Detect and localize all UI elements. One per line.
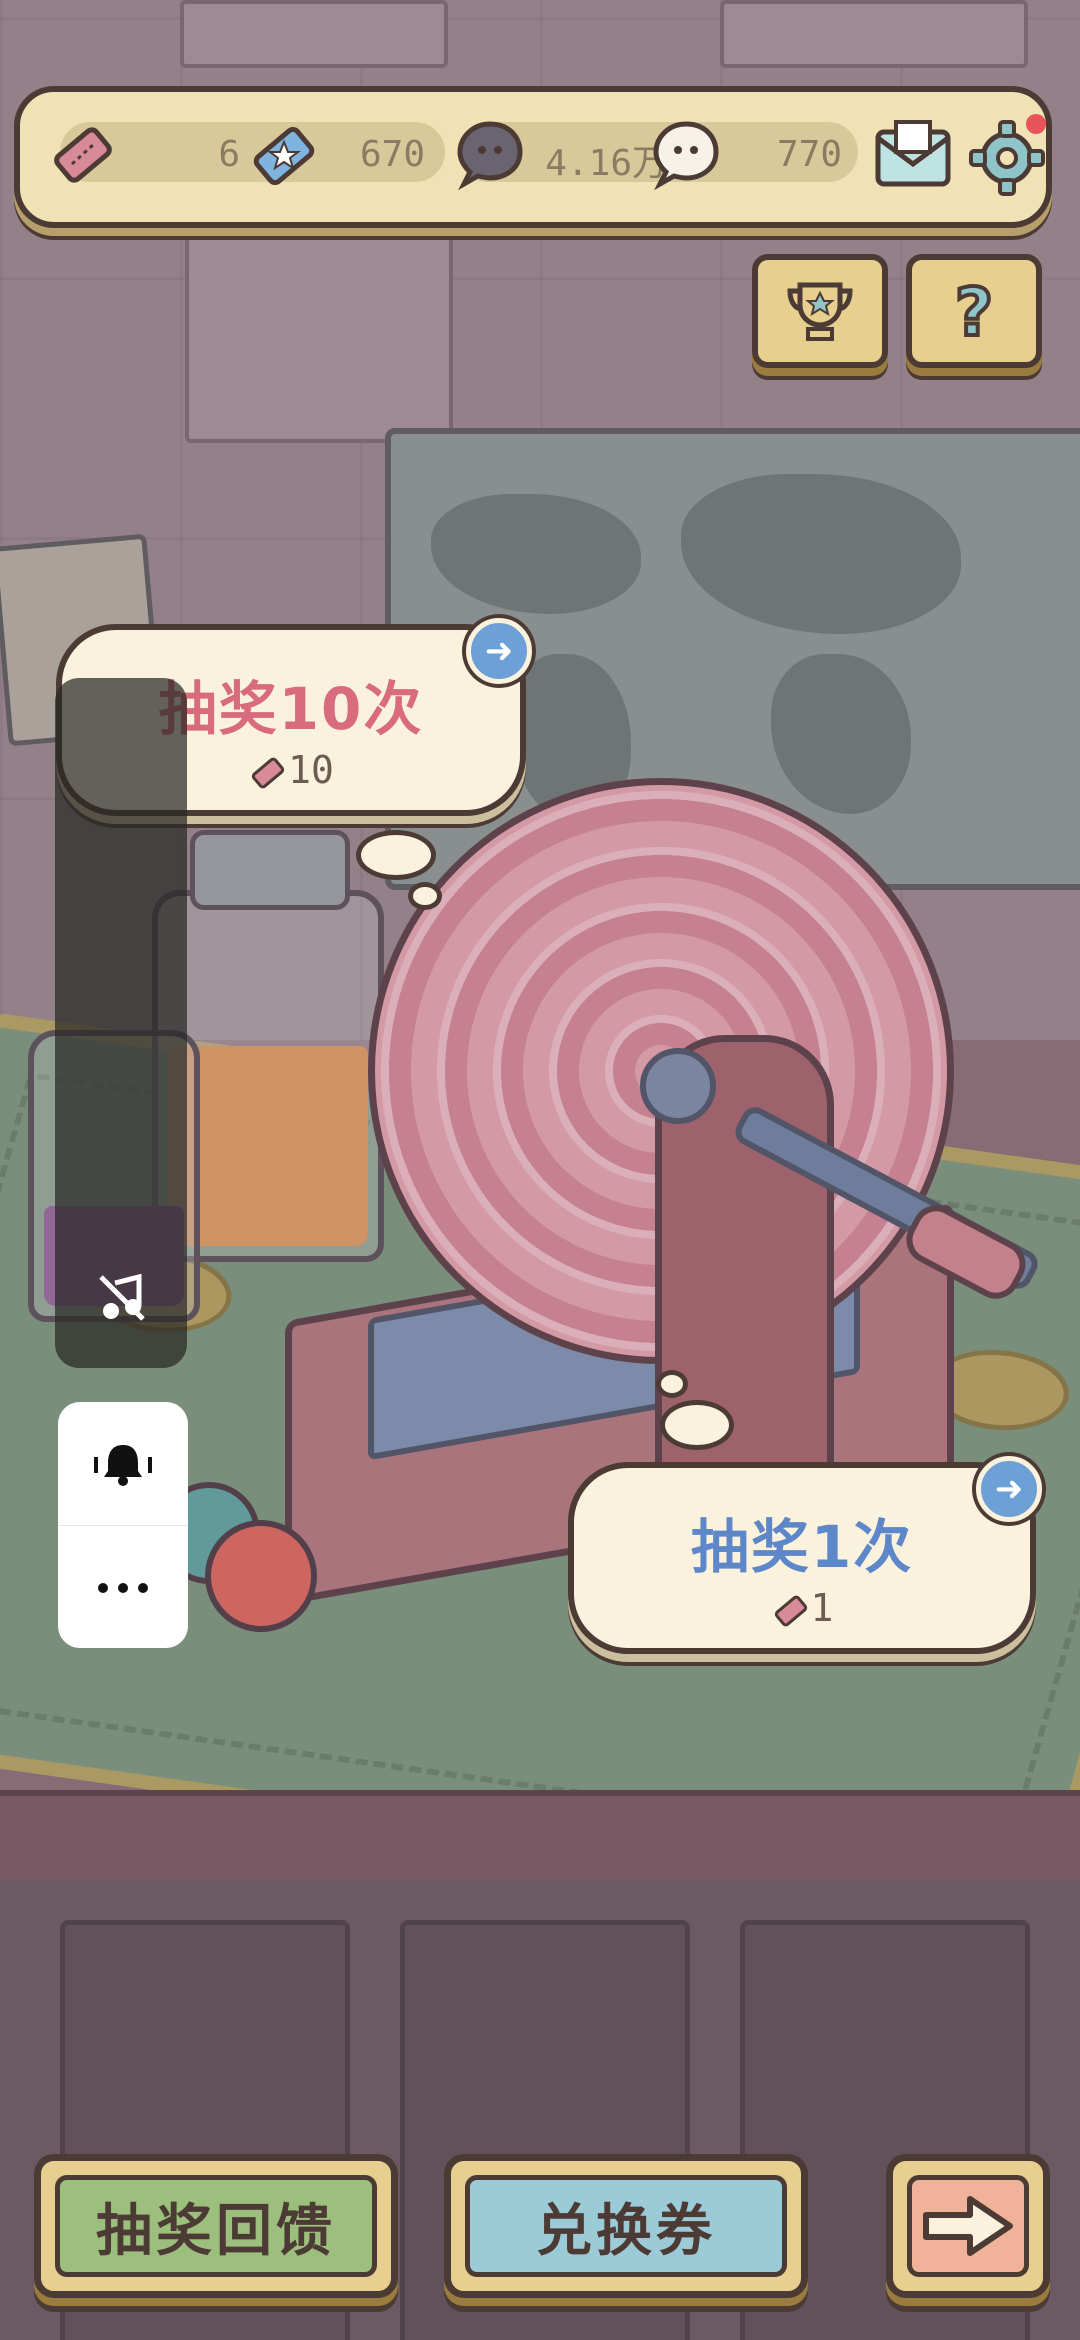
dark-coin-count: 4.16万 xyxy=(545,143,668,184)
music-off-icon xyxy=(99,1273,145,1321)
ticket-icon[interactable] xyxy=(50,122,116,188)
thought-bubble xyxy=(408,882,442,910)
ticket-icon xyxy=(774,1595,807,1626)
next-button[interactable] xyxy=(886,2154,1050,2298)
exchange-button[interactable]: 兑换券 xyxy=(444,2154,808,2298)
help-icon: ? xyxy=(953,272,995,351)
settings-icon[interactable] xyxy=(964,112,1050,198)
vibrate-button[interactable] xyxy=(58,1402,188,1525)
star-count: 670 xyxy=(359,134,425,175)
ticket-count: 6 xyxy=(218,134,240,175)
notification-dot xyxy=(1026,114,1046,134)
resource-bar: 6 670 4.16万 770 xyxy=(14,86,1052,228)
more-icon xyxy=(98,1582,148,1593)
side-menu xyxy=(58,1402,188,1648)
arrow-right-icon[interactable]: ➜ xyxy=(466,618,532,684)
draw-feedback-button[interactable]: 抽奖回馈 xyxy=(34,2154,398,2298)
thought-bubble xyxy=(356,830,436,880)
vibrate-bell-icon xyxy=(94,1444,152,1486)
draw-feedback-label: 抽奖回馈 xyxy=(96,2198,336,2264)
more-button[interactable] xyxy=(58,1525,188,1648)
arrow-right-icon[interactable]: ➜ xyxy=(976,1456,1042,1522)
music-off-button[interactable] xyxy=(94,1270,150,1326)
arrow-right-icon xyxy=(923,2196,1013,2256)
trophy-button[interactable] xyxy=(752,254,888,368)
red-ball xyxy=(205,1520,317,1632)
ticket-icon xyxy=(251,757,285,788)
light-coin-count: 770 xyxy=(776,134,842,175)
draw-10-cost-value: 10 xyxy=(288,748,334,792)
exchange-label: 兑换券 xyxy=(536,2198,716,2264)
wall-plate xyxy=(185,225,453,443)
mail-icon[interactable] xyxy=(870,116,956,198)
dark-coin-icon[interactable] xyxy=(452,116,528,192)
svg-text:?: ? xyxy=(955,274,993,351)
draw-1-button[interactable]: 抽奖1次 1 xyxy=(568,1462,1036,1654)
thought-bubble xyxy=(656,1370,688,1398)
table-edge xyxy=(0,1790,1080,1892)
wall-plate xyxy=(180,0,448,68)
draw-1-cost-value: 1 xyxy=(810,1586,834,1630)
floating-panel xyxy=(55,678,187,1368)
draw-1-cost: 1 xyxy=(574,1586,1030,1631)
trophy-icon xyxy=(787,282,853,341)
help-button[interactable]: ? xyxy=(906,254,1042,368)
wall-plate xyxy=(720,0,1028,68)
light-coin-icon[interactable] xyxy=(648,116,724,192)
wheel-hub xyxy=(640,1048,716,1124)
thought-bubble xyxy=(660,1400,734,1450)
jar-lid xyxy=(190,830,350,910)
draw-1-title: 抽奖1次 xyxy=(690,1513,914,1581)
star-ticket-icon[interactable] xyxy=(248,120,320,192)
